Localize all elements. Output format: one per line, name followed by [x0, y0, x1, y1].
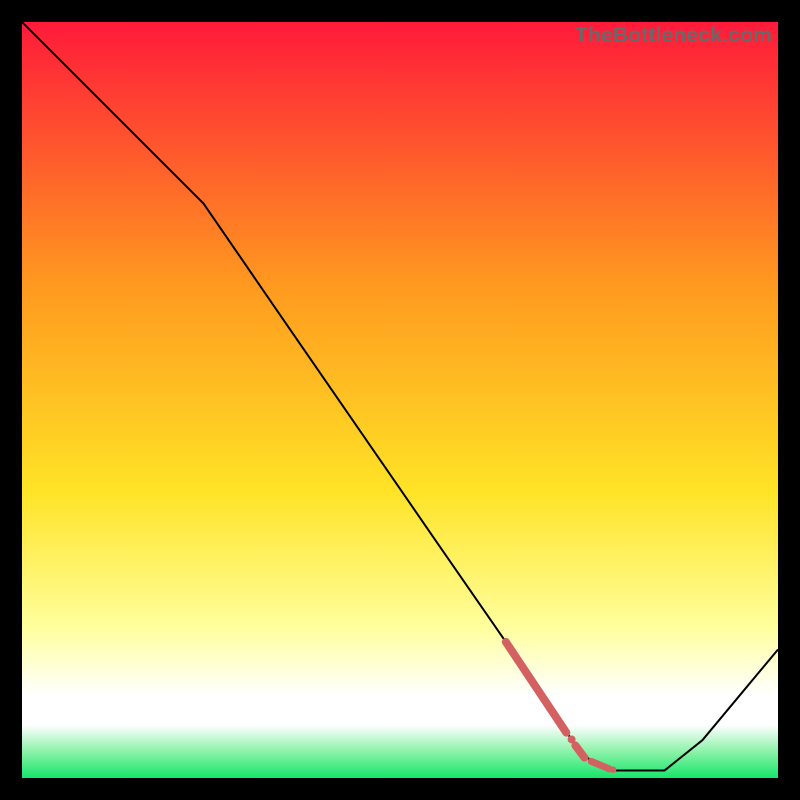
- highlight-segment: [591, 761, 609, 769]
- highlight-segment: [506, 642, 566, 733]
- chart-plot: [22, 22, 778, 778]
- highlight-dot: [568, 735, 576, 743]
- watermark-text: TheBottleneck.com: [575, 24, 772, 48]
- curve-line: [22, 22, 778, 770]
- highlight-dot: [610, 766, 616, 772]
- chart-frame: TheBottleneck.com: [22, 22, 778, 778]
- highlight-segment: [575, 745, 584, 757]
